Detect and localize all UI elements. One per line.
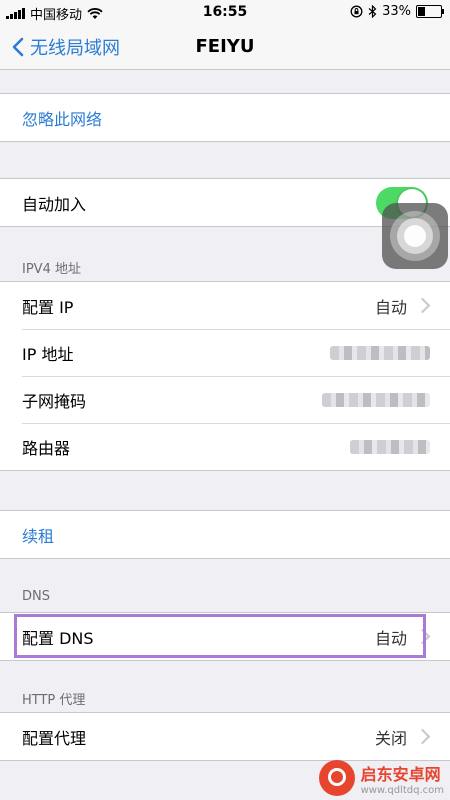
configure-proxy-label: 配置代理 — [22, 728, 87, 748]
watermark-url: www.qdltdq.com — [360, 784, 444, 796]
assistive-touch-icon[interactable] — [382, 203, 448, 269]
forget-group: 忽略此网络 — [0, 93, 450, 142]
subnet-mask-label: 子网掩码 — [22, 391, 87, 411]
router-label: 路由器 — [22, 438, 71, 458]
highlight-box — [14, 614, 426, 658]
battery-icon — [416, 5, 444, 18]
watermark-title: 启东安卓网 — [360, 764, 441, 784]
battery-percent: 33% — [382, 4, 411, 19]
ip-address-label: IP 地址 — [22, 344, 74, 364]
page-title: FEIYU — [195, 36, 255, 57]
configure-ip-label: 配置 IP — [22, 297, 74, 317]
auto-join-label: 自动加入 — [22, 194, 87, 214]
watermark-logo-icon — [318, 760, 355, 796]
router-row: 路由器 — [0, 423, 450, 470]
subnet-mask-row: 子网掩码 — [0, 376, 450, 423]
status-bar: 中国移动 16:55 33% — [0, 0, 450, 24]
bluetooth-icon — [368, 5, 377, 18]
configure-ip-row[interactable]: 配置 IP 自动 — [0, 282, 450, 329]
watermark: 启东安卓网 www.qdltdq.com — [318, 760, 444, 796]
configure-ip-value: 自动 — [374, 297, 407, 317]
watermark-text: 启东安卓网 www.qdltdq.com — [361, 761, 444, 796]
configure-proxy-value: 关闭 — [374, 728, 407, 748]
subnet-mask-value-blurred — [322, 392, 430, 407]
renew-lease-button[interactable]: 续租 — [0, 511, 450, 558]
ip-address-row: IP 地址 — [0, 329, 450, 376]
navigation-bar: 无线局域网 FEIYU — [0, 24, 450, 70]
router-value-blurred — [350, 439, 430, 454]
dns-header: DNS — [22, 589, 50, 604]
chevron-right-icon — [414, 297, 431, 314]
battery-fill — [418, 7, 425, 16]
http-proxy-group: 配置代理 关闭 — [0, 712, 450, 761]
ipv4-header: IPV4 地址 — [22, 262, 81, 277]
lock-rotation-icon — [350, 5, 363, 18]
ipv4-group: 配置 IP 自动 IP 地址 子网掩码 路由器 — [0, 281, 450, 471]
ip-address-value-blurred — [330, 345, 430, 360]
forget-network-button[interactable]: 忽略此网络 — [0, 94, 450, 141]
chevron-right-icon — [414, 728, 431, 745]
renew-lease-label: 续租 — [22, 526, 55, 546]
renew-group: 续租 — [0, 510, 450, 559]
forget-network-label: 忽略此网络 — [22, 109, 103, 129]
status-right: 33% — [350, 4, 444, 19]
configure-proxy-row[interactable]: 配置代理 关闭 — [0, 713, 450, 760]
http-proxy-header: HTTP 代理 — [22, 693, 86, 708]
